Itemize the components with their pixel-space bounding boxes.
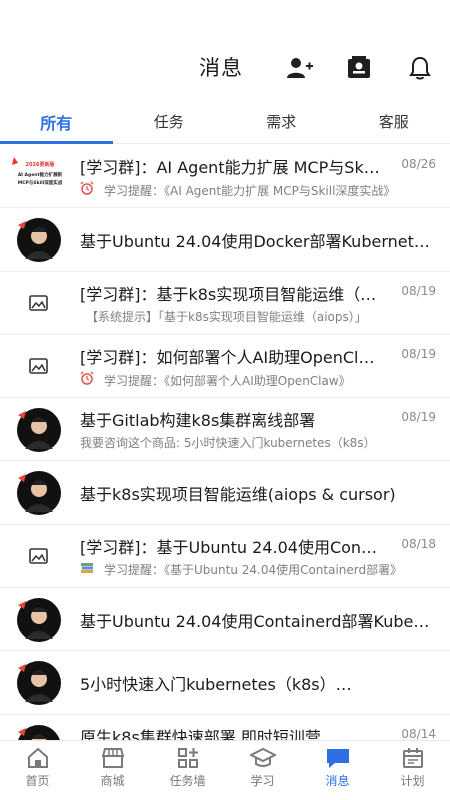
message-row[interactable]: 2026更新版 AI Agent能力扩展新 MCP与Skill深度实战 [学习群… [0, 145, 450, 209]
add-user-icon [287, 58, 313, 78]
message-time: 08/14 [401, 726, 436, 740]
message-preview: 学习提醒：《如何部署个人AI助理OpenClaw》 [104, 373, 351, 388]
avatar [12, 660, 66, 706]
notifications-button[interactable] [405, 54, 435, 82]
message-time: 08/19 [401, 283, 436, 298]
image-placeholder-icon [28, 356, 50, 376]
nav-store[interactable]: 商城 [75, 741, 150, 800]
avatar [12, 217, 66, 263]
alarm-clock-icon [80, 371, 98, 388]
avatar [12, 407, 66, 453]
bottom-nav: 首页 商城 任务墙 学习 消息 计划 [0, 740, 450, 800]
graduation-cap-icon [249, 747, 276, 767]
alarm-clock-icon [80, 181, 98, 198]
avatar [12, 470, 66, 516]
course-cover-line1: 2026更新版 [25, 162, 55, 168]
message-tabs: 所有 任务 需求 客服 [0, 100, 450, 144]
message-list: 2026更新版 AI Agent能力扩展新 MCP与Skill深度实战 [学习群… [0, 145, 450, 740]
message-row[interactable]: 原生k8s集群快速部署 即时短训营 08/14 [0, 715, 450, 740]
avatar [12, 597, 66, 643]
store-icon [101, 748, 124, 768]
task-wall-icon [177, 748, 198, 768]
nav-messages[interactable]: 消息 [300, 741, 375, 800]
message-row[interactable]: [学习群]：基于k8s实现项目智能运维（aiops） 08/19 【系统提示】「… [0, 272, 450, 335]
contact-card-icon [348, 56, 370, 78]
course-cover-line3: MCP与Skill深度实战 [17, 181, 63, 186]
tab-requests[interactable]: 需求 [225, 100, 338, 143]
message-title: 基于Gitlab构建k8s集群离线部署 [80, 411, 316, 431]
nav-plan-label: 计划 [400, 774, 425, 788]
message-row[interactable]: [学习群]：基于Ubuntu 24.04使用Containerd部署 08/18… [0, 525, 450, 589]
message-time: 08/19 [401, 410, 436, 425]
bell-icon [409, 56, 431, 80]
message-time: 08/19 [401, 346, 436, 361]
message-row[interactable]: 基于k8s实现项目智能运维(aiops & cursor) [0, 461, 450, 525]
message-preview: 学习提醒：《基于Ubuntu 24.04使用Containerd部署》 [104, 562, 403, 577]
message-title: [学习群]：如何部署个人AI助理OpenClaw [80, 347, 380, 367]
books-icon [80, 562, 98, 577]
message-title: [学习群]：基于Ubuntu 24.04使用Containerd部署 [80, 537, 380, 557]
page-title: 消息 [199, 56, 243, 80]
course-cover-thumbnail: 2026更新版 AI Agent能力扩展新 MCP与Skill深度实战 [10, 155, 70, 199]
tab-customer-service[interactable]: 客服 [338, 100, 450, 143]
message-preview: 学习提醒：《AI Agent能力扩展 MCP与Skill深度实战》 [104, 184, 396, 198]
nav-task-wall[interactable]: 任务墙 [150, 741, 225, 800]
nav-learning-label: 学习 [250, 774, 275, 788]
nav-messages-label: 消息 [325, 774, 350, 788]
message-row[interactable]: 基于Ubuntu 24.04使用Docker部署Kubernetes集群 [0, 208, 450, 272]
message-time: 08/26 [401, 157, 436, 171]
add-friend-button[interactable] [285, 54, 315, 82]
message-title: 原生k8s集群快速部署 即时短训营 [80, 727, 321, 740]
message-row[interactable]: 基于Gitlab构建k8s集群离线部署 08/19 我要咨询这个商品: 5小时快… [0, 398, 450, 462]
chat-bubble-icon [326, 749, 349, 768]
message-title: [学习群]：AI Agent能力扩展 MCP与Skill深度实战 [80, 158, 380, 177]
message-title: 基于Ubuntu 24.04使用Docker部署Kubernetes集群 [80, 232, 435, 252]
message-preview: 我要咨询这个商品: 5小时快速入门kubernetes（k8s） [80, 436, 376, 451]
top-header: 消息 [0, 0, 450, 100]
image-placeholder-icon [28, 546, 50, 566]
message-row[interactable]: [学习群]：如何部署个人AI助理OpenClaw 08/19 学习提醒：《如何部… [0, 335, 450, 399]
message-preview: 【系统提示】「基于k8s实现项目智能运维（aiops）」 [86, 309, 367, 324]
home-icon [27, 747, 48, 768]
nav-home[interactable]: 首页 [0, 741, 75, 800]
message-title: 基于Ubuntu 24.04使用Containerd部署Kubernetes [80, 612, 435, 632]
nav-plan[interactable]: 计划 [375, 741, 450, 800]
nav-task-wall-label: 任务墙 [169, 774, 206, 788]
calendar-icon [402, 748, 423, 768]
nav-learning[interactable]: 学习 [225, 741, 300, 800]
message-title: 5小时快速入门kubernetes（k8s）… [80, 675, 352, 695]
tab-tasks[interactable]: 任务 [113, 100, 226, 143]
message-time: 08/18 [401, 536, 436, 551]
avatar [12, 724, 66, 740]
course-cover-line2: AI Agent能力扩展新 [17, 173, 63, 178]
nav-home-label: 首页 [25, 774, 50, 788]
contacts-button[interactable] [344, 54, 374, 82]
tab-all[interactable]: 所有 [0, 100, 113, 144]
message-title: 基于k8s实现项目智能运维(aiops & cursor) [80, 485, 396, 505]
message-row[interactable]: 5小时快速入门kubernetes（k8s）… [0, 651, 450, 715]
message-title: [学习群]：基于k8s实现项目智能运维（aiops） [80, 284, 380, 304]
image-placeholder-icon [28, 293, 50, 313]
message-row[interactable]: 基于Ubuntu 24.04使用Containerd部署Kubernetes [0, 588, 450, 652]
nav-store-label: 商城 [100, 774, 125, 788]
